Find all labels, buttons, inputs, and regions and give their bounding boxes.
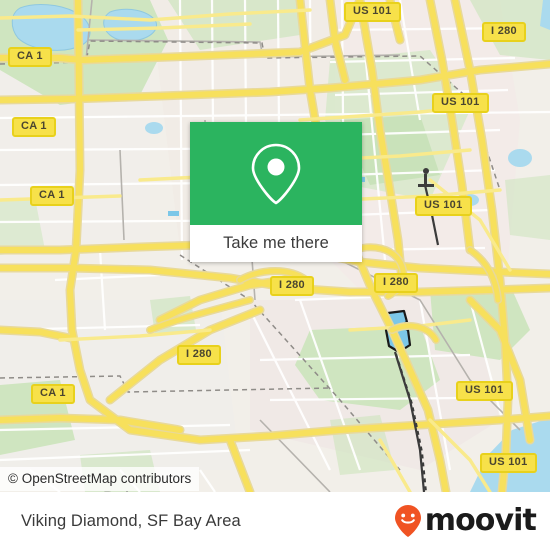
shield-i-280-top: I 280 xyxy=(482,22,526,42)
shield-i-280-right: I 280 xyxy=(374,273,418,293)
shield-ca-1-lower: CA 1 xyxy=(30,186,74,206)
shield-us-101-bottom: US 101 xyxy=(480,453,537,473)
shield-ca-1-bottom: CA 1 xyxy=(31,384,75,404)
place-title: Viking Diamond, SF Bay Area xyxy=(21,511,241,530)
map-canvas[interactable]: CA 1 CA 1 CA 1 CA 1 US 101 US 101 US 101… xyxy=(0,0,550,492)
shield-ca-1-top: CA 1 xyxy=(8,47,52,67)
take-me-there-button[interactable]: Take me there xyxy=(190,225,362,262)
location-popup[interactable]: Take me there xyxy=(190,122,362,262)
bottom-bar: Viking Diamond, SF Bay Area moovit xyxy=(0,492,550,550)
shield-i-280-left: I 280 xyxy=(177,345,221,365)
shield-us-101-top: US 101 xyxy=(344,2,401,22)
moovit-wordmark: moovit xyxy=(424,503,537,538)
screenshot-root: CA 1 CA 1 CA 1 CA 1 US 101 US 101 US 101… xyxy=(0,0,550,550)
shield-us-101-lower: US 101 xyxy=(456,381,513,401)
shield-ca-1-middle: CA 1 xyxy=(12,117,56,137)
moovit-pin-smile-icon xyxy=(394,505,421,537)
moovit-logo[interactable]: moovit xyxy=(393,503,537,538)
shield-us-101-mid: US 101 xyxy=(415,196,472,216)
shield-i-280-center: I 280 xyxy=(270,276,314,296)
popup-pin-area xyxy=(190,122,362,225)
osm-attribution[interactable]: © OpenStreetMap contributors xyxy=(0,467,200,491)
map-pin-icon xyxy=(251,143,301,204)
shield-us-101-upper: US 101 xyxy=(432,93,489,113)
